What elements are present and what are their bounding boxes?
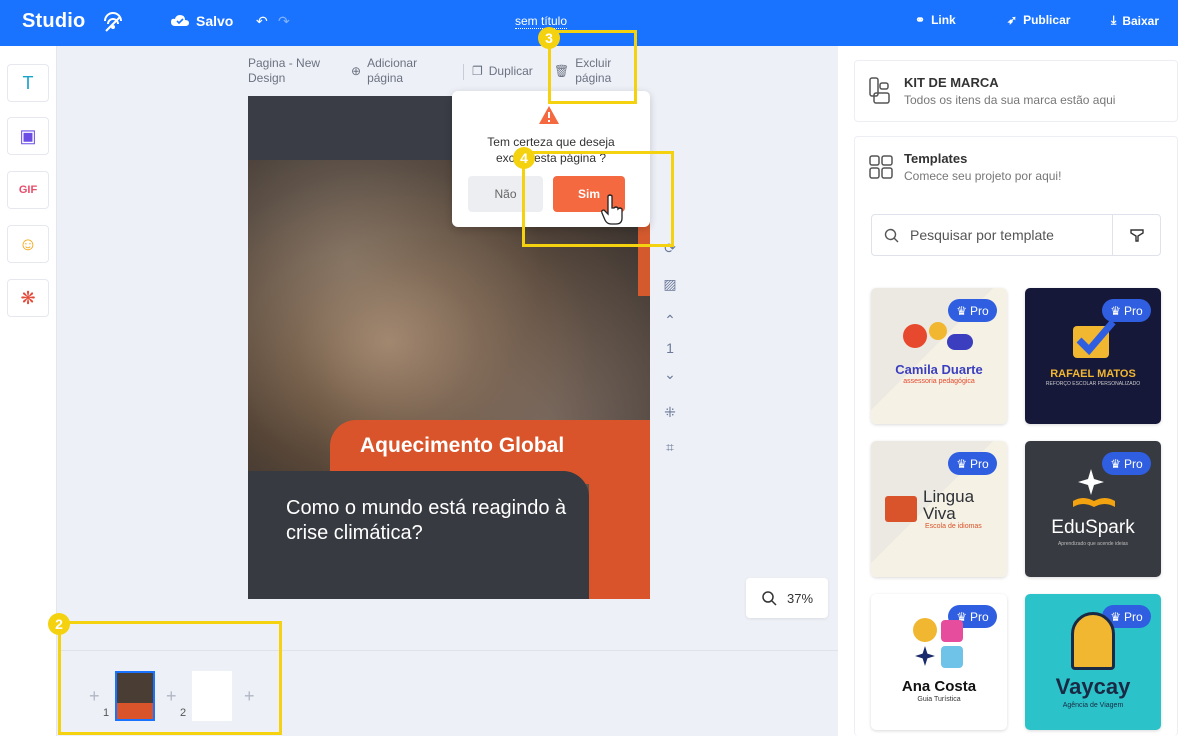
template-search: [871, 214, 1161, 256]
emoji-tool-icon[interactable]: ☺: [7, 225, 49, 263]
pro-badge: ♛ Pro: [948, 299, 997, 322]
sun-icon: [913, 618, 937, 642]
templates-title: Templates: [904, 151, 968, 166]
publish-button[interactable]: ➶ Publicar: [1007, 13, 1070, 27]
warning-icon: [539, 106, 559, 124]
brand-kit-subtitle: Todos os itens da sua marca estão aqui: [904, 93, 1116, 107]
right-panel: KIT DE MARCA Todos os itens da sua marca…: [838, 46, 1178, 736]
image-tool-icon[interactable]: ▣: [7, 117, 49, 155]
saved-status: Salvo: [170, 13, 233, 29]
brand-kit-title: KIT DE MARCA: [904, 75, 999, 90]
zoom-level: 37%: [786, 590, 814, 606]
template-name: Vaycay: [1055, 674, 1131, 699]
download-button[interactable]: ⤓ Baixar: [1111, 13, 1159, 28]
download-icon: ⤓: [1111, 13, 1117, 27]
plus-circle-icon: ⊕: [351, 64, 362, 78]
search-icon: [884, 228, 899, 243]
annotation-box-2: [58, 621, 282, 735]
link-icon: ⚭: [915, 13, 926, 27]
page-number: 1: [666, 340, 674, 356]
pro-badge: ♛ Pro: [948, 452, 997, 475]
template-tagline: Guia Turística: [917, 696, 961, 703]
filter-button[interactable]: [1112, 215, 1160, 255]
templates-subtitle: Comece seu projeto por aqui!: [904, 169, 1062, 183]
tpl-shape: [903, 324, 927, 348]
design-orange-block: [589, 484, 650, 599]
redo-icon[interactable]: ↷: [278, 13, 290, 30]
chevron-down-icon[interactable]: ⌄: [660, 366, 680, 383]
add-page-label: Adicionar página: [367, 56, 418, 85]
tpl-shape: [941, 620, 963, 642]
zoom-search-icon: [762, 591, 777, 606]
design-title[interactable]: Aquecimento Global: [360, 434, 564, 458]
tpl-shape: [929, 322, 947, 340]
book-star-icon: [1073, 469, 1115, 507]
crown-icon: ♛: [956, 456, 968, 471]
text-tool-icon[interactable]: T: [7, 64, 49, 102]
left-toolbar: T ▣ GIF ☺ ❋: [0, 46, 57, 736]
annotation-box-4: [522, 151, 674, 247]
grid-icon[interactable]: ⁜: [660, 404, 680, 421]
star-icon: [915, 646, 935, 666]
elements-tool-icon[interactable]: ❋: [7, 279, 49, 317]
annotation-box-3: [548, 30, 637, 104]
templates-icon: [869, 155, 893, 179]
link-label: Link: [931, 13, 956, 27]
palm-tree-icon: [1071, 612, 1115, 670]
template-tagline: Escola de idiomas: [925, 523, 982, 530]
crown-icon: ♛: [956, 303, 968, 318]
crop-icon[interactable]: ⌗: [660, 439, 680, 456]
template-rafael-matos[interactable]: ♛ Pro RAFAEL MATOS REFORÇO ESCOLAR PERSON…: [1025, 288, 1161, 424]
crown-icon: ♛: [1110, 303, 1122, 318]
check-logo-icon: [1073, 319, 1116, 358]
template-vaycay[interactable]: ♛ Pro Vaycay Agência de Viagem: [1025, 594, 1161, 730]
undo-icon[interactable]: ↶: [256, 13, 268, 30]
toolbar-divider: [463, 64, 464, 80]
add-page-button[interactable]: ⊕ Adicionar página: [351, 56, 429, 86]
annotation-badge-3: 3: [538, 27, 560, 49]
template-tagline: REFORÇO ESCOLAR PERSONALIZADO: [1045, 381, 1141, 387]
image-icon[interactable]: ▨: [660, 276, 680, 293]
link-button[interactable]: ⚭ Link: [915, 13, 956, 27]
template-name: EduSpark: [1051, 517, 1135, 538]
design-subtitle[interactable]: Como o mundo está reagindo à crise climá…: [286, 496, 576, 546]
wave-icon: [941, 646, 963, 668]
copy-icon: ❐: [472, 64, 483, 78]
template-tagline: Aprendizado que acende ideias: [1057, 541, 1129, 547]
template-eduspark[interactable]: ♛ Pro EduSpark Aprendizado que acende ide…: [1025, 441, 1161, 577]
rocket-icon: ➶: [1007, 13, 1018, 27]
duplicate-label: Duplicar: [488, 64, 533, 78]
template-name: Camila Duarte: [895, 362, 983, 377]
duplicate-button[interactable]: ❐ Duplicar: [472, 64, 533, 79]
template-ana-costa[interactable]: ♛ Pro Ana Costa Guia Turística: [871, 594, 1007, 730]
template-camila-duarte[interactable]: ♛ Pro Camila Duarte assessoria pedagógica: [871, 288, 1007, 424]
brand-kit-icon: [869, 77, 890, 104]
speech-bubble-icon: [885, 496, 917, 522]
publish-label: Publicar: [1023, 13, 1071, 27]
template-lingua-viva[interactable]: ♛ Pro Lingua Viva Escola de idiomas: [871, 441, 1007, 577]
tpl-shape: [947, 334, 973, 350]
template-name: RAFAEL MATOS: [1050, 368, 1136, 380]
chevron-up-icon[interactable]: ⌃: [660, 312, 680, 329]
template-name: Lingua Viva: [923, 487, 975, 523]
template-name: Ana Costa: [901, 678, 977, 695]
page-name[interactable]: Pagina - New Design: [248, 56, 338, 86]
annotation-badge-2: 2: [48, 613, 70, 635]
gif-tool-icon[interactable]: GIF: [7, 171, 49, 209]
template-tagline: Agência de Viagem: [1062, 702, 1124, 709]
app-logo: Studio: [22, 10, 86, 32]
brand-kit-card[interactable]: KIT DE MARCA Todos os itens da sua marca…: [854, 60, 1178, 122]
download-label: Baixar: [1122, 13, 1160, 28]
crown-icon: ♛: [1110, 609, 1122, 624]
document-title[interactable]: sem título: [515, 14, 568, 29]
annotation-badge-4: 4: [513, 147, 535, 169]
saved-label: Salvo: [196, 13, 234, 29]
cloud-icon: [171, 15, 189, 26]
template-tagline: assessoria pedagógica: [903, 378, 975, 385]
logo-icon: [104, 12, 122, 32]
template-search-input[interactable]: [910, 215, 1110, 255]
zoom-control[interactable]: 37%: [746, 578, 828, 618]
brand-filter-icon: [1129, 229, 1144, 242]
